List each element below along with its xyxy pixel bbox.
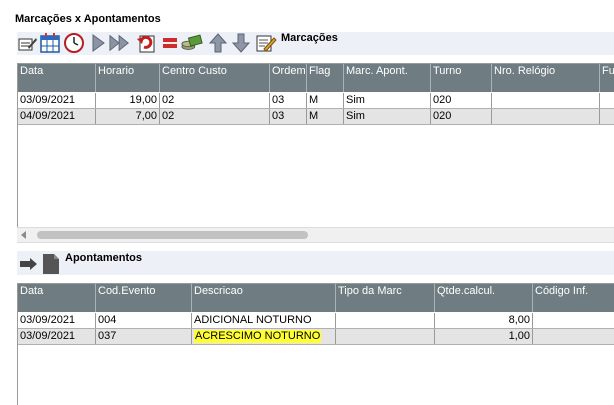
column-header-marc-apont[interactable]: Marc. Apont. bbox=[344, 64, 431, 92]
cell-turno: 020 bbox=[431, 93, 492, 108]
table-row[interactable]: 03/09/2021 037 ACRESCIMO NOTURNO 1,00 bbox=[18, 329, 614, 345]
arrow-up-icon[interactable] bbox=[207, 32, 229, 54]
cell-codigo-inf bbox=[533, 329, 614, 344]
cell-data: 03/09/2021 bbox=[18, 93, 96, 108]
column-header-ordem[interactable]: Ordem bbox=[270, 64, 307, 92]
column-header-descricao[interactable]: Descricao bbox=[192, 284, 336, 312]
cell-data: 03/09/2021 bbox=[18, 329, 96, 344]
column-header-codigo-inf[interactable]: Código Inf. bbox=[533, 284, 614, 312]
forward-arrow-icon[interactable] bbox=[19, 255, 39, 273]
document-icon[interactable] bbox=[41, 253, 61, 275]
column-header-data[interactable]: Data bbox=[18, 64, 96, 92]
table-header: Data Cod.Evento Descricao Tipo da Marc Q… bbox=[18, 284, 614, 312]
edit-note-icon[interactable] bbox=[255, 32, 277, 54]
apontamentos-label: Apontamentos bbox=[65, 252, 142, 264]
cell-codigo-inf bbox=[533, 313, 614, 328]
cell-cod-evento: 037 bbox=[96, 329, 192, 344]
column-header-qtde-calcul[interactable]: Qtde.calcul. bbox=[435, 284, 533, 312]
cell-turno: 020 bbox=[431, 109, 492, 124]
cell-tipo-da-marc bbox=[336, 329, 435, 344]
column-header-nro-relogio[interactable]: Nro. Relógio bbox=[492, 64, 600, 92]
table-row[interactable]: 03/09/2021 19,00 02 03 M Sim 020 bbox=[18, 93, 614, 109]
cell-marc-apont: Sim bbox=[344, 109, 431, 124]
clock-icon[interactable] bbox=[63, 32, 85, 54]
cell-qtde-calcul: 1,00 bbox=[435, 329, 533, 344]
cell-flag: M bbox=[307, 109, 344, 124]
cell-centro-custo: 02 bbox=[160, 109, 270, 124]
horizontal-scrollbar[interactable] bbox=[17, 227, 614, 243]
column-header-turno[interactable]: Turno bbox=[431, 64, 492, 92]
column-header-cod-evento[interactable]: Cod.Evento bbox=[96, 284, 192, 312]
column-header-flag[interactable]: Flag bbox=[307, 64, 344, 92]
cell-ordem: 03 bbox=[270, 93, 307, 108]
highlighted-text: ACRESCIMO NOTURNO bbox=[194, 330, 322, 343]
cell-marc-apont: Sim bbox=[344, 93, 431, 108]
cell-descricao: ACRESCIMO NOTURNO bbox=[192, 329, 336, 344]
window-title: Marcações x Apontamentos bbox=[15, 13, 161, 25]
column-header-horario[interactable]: Horario bbox=[96, 64, 160, 92]
marcacoes-table: Data Horario Centro Custo Ordem Flag Mar… bbox=[17, 63, 614, 228]
money-icon[interactable] bbox=[181, 32, 203, 54]
column-header-centro-custo[interactable]: Centro Custo bbox=[160, 64, 270, 92]
cell-qtde-calcul: 8,00 bbox=[435, 313, 533, 328]
scroll-left-icon[interactable] bbox=[21, 231, 26, 239]
cell-descricao: ADICIONAL NOTURNO bbox=[192, 313, 336, 328]
table-header: Data Horario Centro Custo Ordem Flag Mar… bbox=[18, 64, 614, 92]
cell-horario: 19,00 bbox=[96, 93, 160, 108]
cell-fu bbox=[600, 93, 614, 108]
cell-data: 04/09/2021 bbox=[18, 109, 96, 124]
cell-tipo-da-marc bbox=[336, 313, 435, 328]
cell-nro-relogio bbox=[492, 109, 600, 124]
cell-fu bbox=[600, 109, 614, 124]
cell-horario: 7,00 bbox=[96, 109, 160, 124]
equals-icon[interactable] bbox=[159, 32, 181, 54]
table-row[interactable]: 03/09/2021 004 ADICIONAL NOTURNO 8,00 bbox=[18, 313, 614, 329]
fast-forward-icon[interactable] bbox=[109, 32, 131, 54]
column-header-data[interactable]: Data bbox=[18, 284, 96, 312]
column-header-fu[interactable]: Fu bbox=[600, 64, 614, 92]
arrow-down-icon[interactable] bbox=[230, 32, 252, 54]
marcacoes-label: Marcações bbox=[281, 32, 338, 44]
undo-document-icon[interactable] bbox=[135, 32, 157, 54]
scrollbar-thumb[interactable] bbox=[37, 231, 308, 239]
cell-ordem: 03 bbox=[270, 109, 307, 124]
apontamentos-table: Data Cod.Evento Descricao Tipo da Marc Q… bbox=[17, 283, 614, 405]
cell-cod-evento: 004 bbox=[96, 313, 192, 328]
calendar-icon[interactable] bbox=[39, 32, 61, 54]
cell-flag: M bbox=[307, 93, 344, 108]
play-icon[interactable] bbox=[87, 32, 109, 54]
column-header-tipo-da-marc[interactable]: Tipo da Marc bbox=[336, 284, 435, 312]
table-row[interactable]: 04/09/2021 7,00 02 03 M Sim 020 bbox=[18, 109, 614, 125]
edit-list-icon[interactable] bbox=[17, 32, 39, 54]
cell-centro-custo: 02 bbox=[160, 93, 270, 108]
cell-nro-relogio bbox=[492, 93, 600, 108]
cell-data: 03/09/2021 bbox=[18, 313, 96, 328]
